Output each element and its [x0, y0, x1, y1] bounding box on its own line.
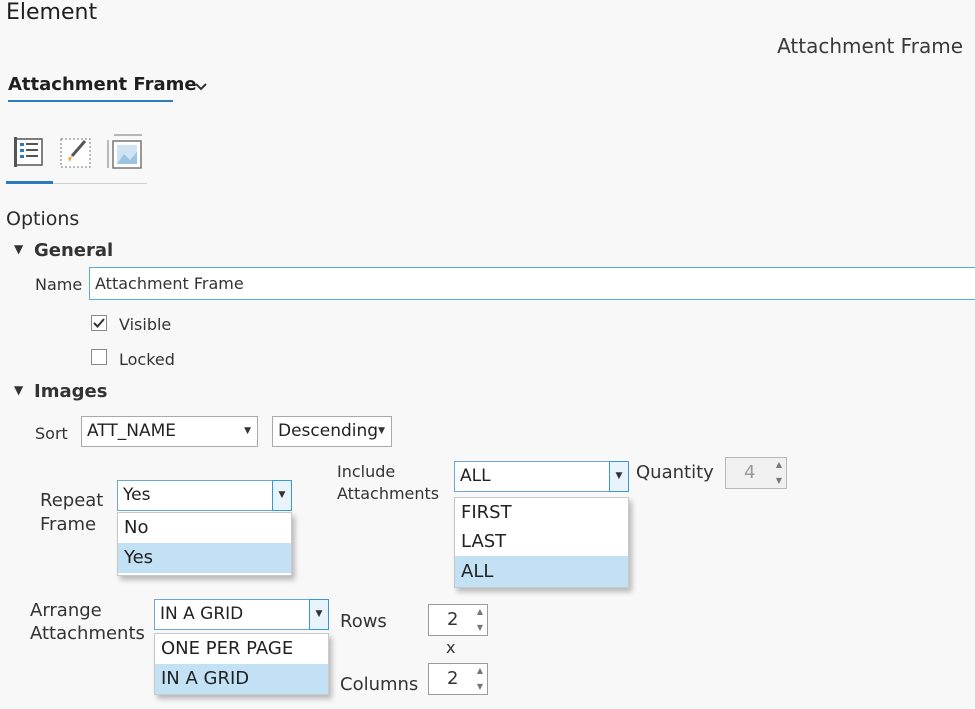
collapse-caret-icon: ▼: [14, 383, 24, 397]
spin-up-icon: ▲: [775, 460, 782, 469]
options-heading: Options: [6, 208, 80, 230]
sort-order-dropdown[interactable]: Descending ▼: [272, 416, 392, 447]
active-tab-indicator: [6, 181, 53, 184]
include-label-line1: Include: [337, 462, 396, 481]
name-label: Name: [35, 275, 83, 294]
include-attachments-value: ALL: [460, 466, 491, 486]
dropdown-arrow-icon[interactable]: ▼: [272, 480, 292, 511]
frame-size-icon: [107, 134, 142, 169]
rows-label: Rows: [340, 611, 387, 632]
dropdown-arrow-icon[interactable]: ▼: [309, 599, 329, 630]
spin-down-icon: ▼: [775, 476, 782, 485]
sort-field-dropdown[interactable]: ATT_NAME ▼: [81, 416, 258, 447]
tab-divider: [53, 183, 147, 184]
columns-label: Columns: [340, 674, 419, 695]
repeat-frame-dropdown[interactable]: Yes ▼: [117, 480, 292, 511]
repeat-frame-value: Yes: [123, 485, 151, 505]
rows-value: 2: [447, 609, 459, 630]
dropdown-arrow-icon[interactable]: ▼: [609, 461, 629, 492]
dropdown-arrow-icon: ▼: [378, 426, 385, 436]
spin-up-icon[interactable]: ▲: [477, 608, 483, 616]
list-item[interactable]: No: [118, 513, 291, 543]
sort-order-value: Descending: [278, 421, 379, 441]
repeat-frame-label-line2: Frame: [40, 514, 97, 535]
include-attachments-list: FIRST LAST ALL: [454, 497, 629, 588]
quantity-label: Quantity: [636, 462, 714, 483]
collapse-caret-icon: ▼: [14, 242, 24, 256]
tab-placement[interactable]: [106, 132, 144, 172]
spin-down-icon[interactable]: ▼: [477, 624, 483, 632]
list-item[interactable]: FIRST: [455, 498, 628, 527]
list-item[interactable]: IN A GRID: [155, 664, 328, 694]
repeat-frame-label-line1: Repeat: [40, 490, 104, 511]
visible-label: Visible: [119, 315, 172, 334]
locked-checkbox[interactable]: [91, 349, 107, 365]
general-group-header[interactable]: ▼ General: [14, 240, 113, 261]
times-symbol: x: [446, 638, 456, 657]
quantity-stepper: 4 ▲ ▼: [725, 457, 787, 489]
sort-field-value: ATT_NAME: [87, 421, 177, 441]
list-item[interactable]: ONE PER PAGE: [155, 634, 328, 664]
repeat-frame-list: No Yes: [117, 512, 292, 576]
locked-label: Locked: [119, 350, 175, 369]
general-heading: General: [34, 240, 114, 261]
visible-checkbox[interactable]: [91, 315, 107, 331]
chevron-down-icon[interactable]: [193, 79, 209, 95]
images-group-header[interactable]: ▼ Images: [14, 381, 107, 402]
options-list-icon: [14, 137, 43, 167]
quantity-value: 4: [744, 462, 756, 483]
columns-stepper[interactable]: 2 ▲ ▼: [428, 663, 488, 695]
element-name-label: Attachment Frame: [777, 34, 963, 58]
checkmark-icon: [93, 318, 105, 328]
arrange-attachments-dropdown[interactable]: IN A GRID ▼: [154, 599, 329, 630]
include-attachments-dropdown[interactable]: ALL ▼: [454, 461, 629, 492]
tab-options[interactable]: [12, 132, 50, 172]
element-selector-underline: [8, 100, 173, 102]
sort-label: Sort: [35, 424, 68, 443]
arrange-attachments-list: ONE PER PAGE IN A GRID: [154, 633, 329, 695]
element-selector[interactable]: Attachment Frame: [8, 74, 197, 95]
arrange-label-line1: Arrange: [30, 600, 102, 621]
spin-down-icon[interactable]: ▼: [477, 683, 483, 691]
paintbrush-icon: [60, 138, 91, 168]
arrange-attachments-value: IN A GRID: [160, 604, 244, 624]
images-heading: Images: [34, 381, 108, 402]
list-item[interactable]: LAST: [455, 527, 628, 556]
dropdown-arrow-icon: ▼: [244, 426, 251, 436]
rows-stepper[interactable]: 2 ▲ ▼: [428, 604, 488, 636]
list-item[interactable]: ALL: [455, 556, 628, 587]
spin-up-icon[interactable]: ▲: [477, 667, 483, 675]
columns-value: 2: [447, 668, 459, 689]
include-label-line2: Attachments: [337, 484, 440, 503]
pane-title: Element: [6, 0, 98, 25]
tab-display[interactable]: [58, 132, 96, 172]
name-input[interactable]: Attachment Frame: [89, 267, 975, 300]
list-item[interactable]: Yes: [118, 543, 291, 573]
arrange-label-line2: Attachments: [30, 623, 145, 644]
